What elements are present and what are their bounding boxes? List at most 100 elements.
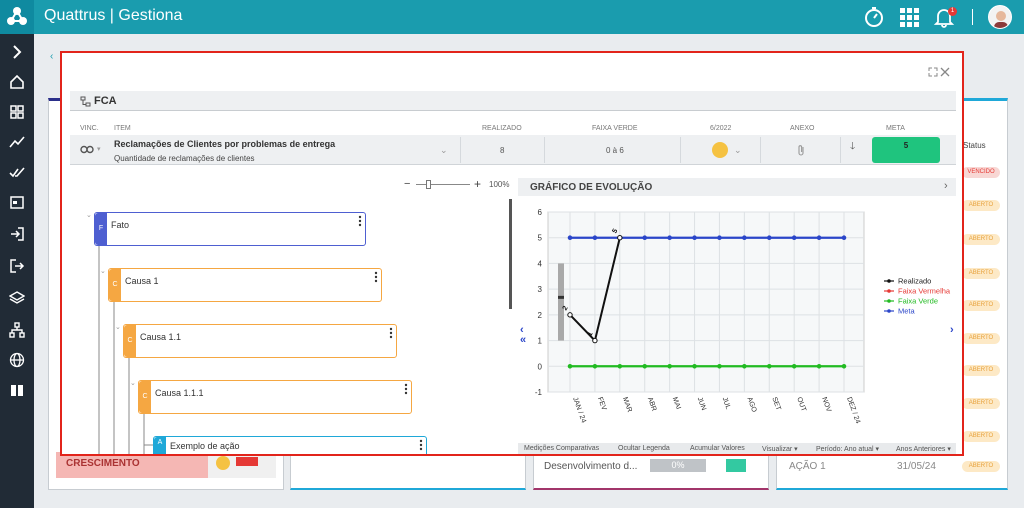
y-tick-label: 3	[538, 285, 543, 294]
divider	[460, 137, 461, 163]
divider	[972, 9, 973, 25]
kebab-menu-icon[interactable]	[389, 327, 393, 339]
login-icon[interactable]	[9, 226, 25, 242]
status-badge-open: ABERTO	[962, 365, 1000, 376]
data-point	[717, 235, 722, 241]
chevron-right-icon[interactable]	[9, 44, 25, 60]
expand-icon[interactable]	[928, 67, 938, 77]
y-tick-label: 5	[538, 234, 543, 243]
comparative-measures-button[interactable]: Medições Comparativas	[524, 445, 599, 452]
period-dropdown[interactable]: Período: Ano atual ▾	[816, 445, 879, 453]
double-check-icon[interactable]	[9, 164, 25, 180]
status-badge-open: ABERTO	[962, 200, 1000, 211]
collapse-icon[interactable]: ⌄	[86, 211, 92, 219]
x-tick-label: AGO	[745, 396, 757, 414]
indicator-row[interactable]: ▾ Reclamações de Clientes por problemas …	[70, 135, 956, 165]
legend-label: Faixa Verde	[898, 297, 938, 306]
evolution-chart: ‹ « › 6 5 4 3 2 1 0 -1 JAN / 24 FEV MAR ABR MAI JUN JU…	[518, 198, 956, 443]
fca-title: FCA	[94, 95, 117, 107]
legend-label: Meta	[898, 307, 916, 316]
legend-marker	[887, 299, 891, 303]
chevron-right-icon[interactable]: ›	[950, 324, 954, 336]
back-arrow-icon[interactable]: ‹	[50, 51, 53, 62]
apps-grid-icon[interactable]	[897, 5, 921, 29]
view-dropdown[interactable]: Visualizar ▾	[762, 445, 798, 453]
zoom-in-button[interactable]: +	[474, 177, 481, 191]
action-date: 31/05/24	[897, 461, 936, 472]
column-period: 6/2022	[710, 125, 732, 132]
faixa-verde-value: 0 à 6	[606, 146, 624, 155]
kebab-menu-icon[interactable]	[404, 383, 408, 395]
zoom-level: 100%	[489, 180, 510, 189]
close-icon[interactable]	[940, 67, 950, 77]
tree-node-label: Causa 1	[125, 276, 159, 286]
globe-icon[interactable]	[9, 352, 25, 368]
double-chevron-left-icon[interactable]: «	[520, 334, 526, 346]
chart-header: GRÁFICO DE EVOLUÇÃO ›	[518, 178, 956, 196]
data-point	[642, 363, 648, 369]
fca-modal: FCA VINC. ITEM REALIZADO FAIXA VERDE 6/2…	[60, 51, 964, 456]
app-logo[interactable]	[0, 0, 34, 34]
home-icon[interactable]	[9, 74, 25, 90]
status-badge-open: ABERTO	[962, 234, 1000, 245]
column-item: ITEM	[114, 125, 131, 132]
collapse-icon[interactable]: ⌄	[100, 267, 106, 275]
tree-node-tag: C	[124, 325, 136, 357]
data-point	[567, 363, 573, 369]
status-column-header: Status	[963, 141, 986, 150]
layers-icon[interactable]	[9, 290, 25, 306]
zoom-slider-handle[interactable]	[426, 180, 431, 189]
data-point	[567, 235, 573, 241]
status-bar-red	[236, 457, 258, 466]
zoom-out-button[interactable]: −	[404, 178, 410, 190]
collapse-icon[interactable]: ⌄	[130, 379, 136, 387]
dashboard-icon[interactable]	[9, 104, 25, 120]
tree-node-causa-1-1-1[interactable]: C Causa 1.1.1	[138, 380, 412, 414]
accumulate-values-button[interactable]: Acumular Valores	[690, 445, 745, 452]
collapse-icon[interactable]: ⌄	[115, 323, 121, 331]
chevron-down-icon[interactable]: ▾	[97, 145, 101, 153]
kebab-menu-icon[interactable]	[374, 271, 378, 283]
trend-icon[interactable]	[9, 134, 25, 150]
legend-label: Faixa Vermelha	[898, 287, 951, 296]
book-icon[interactable]	[9, 382, 25, 398]
vertical-scrollbar[interactable]	[509, 199, 512, 309]
chevron-right-icon[interactable]: ›	[944, 180, 948, 192]
x-tick-label: JUN	[696, 396, 707, 411]
user-avatar[interactable]	[988, 5, 1012, 29]
legend-marker	[887, 309, 891, 313]
data-point	[717, 363, 722, 369]
attachment-icon[interactable]	[796, 144, 806, 157]
tree-node-tag: C	[139, 381, 151, 413]
hide-legend-button[interactable]: Ocultar Legenda	[618, 445, 670, 452]
tree-node-label: Fato	[111, 220, 130, 230]
y-tick-label: 6	[538, 208, 543, 217]
kebab-menu-icon[interactable]	[358, 215, 362, 227]
tree-node-causa-1-1[interactable]: C Causa 1.1	[123, 324, 397, 358]
status-square-teal	[726, 459, 746, 472]
legend-marker	[887, 289, 891, 293]
tree-node-fato[interactable]: F Fato	[94, 212, 366, 246]
arrow-down-icon[interactable]: 🡓	[850, 139, 855, 156]
org-chart-icon[interactable]	[9, 322, 25, 338]
chevron-down-icon[interactable]: ⌄	[734, 145, 742, 156]
tree-node-acao[interactable]: A Exemplo de ação	[153, 436, 427, 454]
previous-years-dropdown[interactable]: Anos Anteriores ▾	[896, 445, 951, 453]
tree-node-causa-1[interactable]: C Causa 1	[108, 268, 382, 302]
horizontal-scrollbar[interactable]	[92, 454, 506, 456]
x-tick-label: NOV	[820, 396, 832, 413]
divider	[760, 137, 761, 163]
column-meta: META	[886, 125, 905, 132]
data-point	[692, 235, 697, 241]
range-bar	[558, 263, 564, 341]
link-icon[interactable]	[80, 145, 94, 154]
zoom-slider-track[interactable]	[416, 184, 470, 185]
chevron-down-icon[interactable]: ⌄	[440, 145, 448, 156]
calendar-icon[interactable]	[9, 194, 25, 210]
kebab-menu-icon[interactable]	[419, 439, 423, 451]
stopwatch-icon[interactable]	[862, 5, 886, 29]
status-dot-yellow[interactable]	[712, 142, 728, 158]
data-point	[766, 363, 772, 369]
logout-icon[interactable]	[9, 258, 25, 274]
top-bar: Quattrus | Gestiona 1	[0, 0, 1024, 34]
